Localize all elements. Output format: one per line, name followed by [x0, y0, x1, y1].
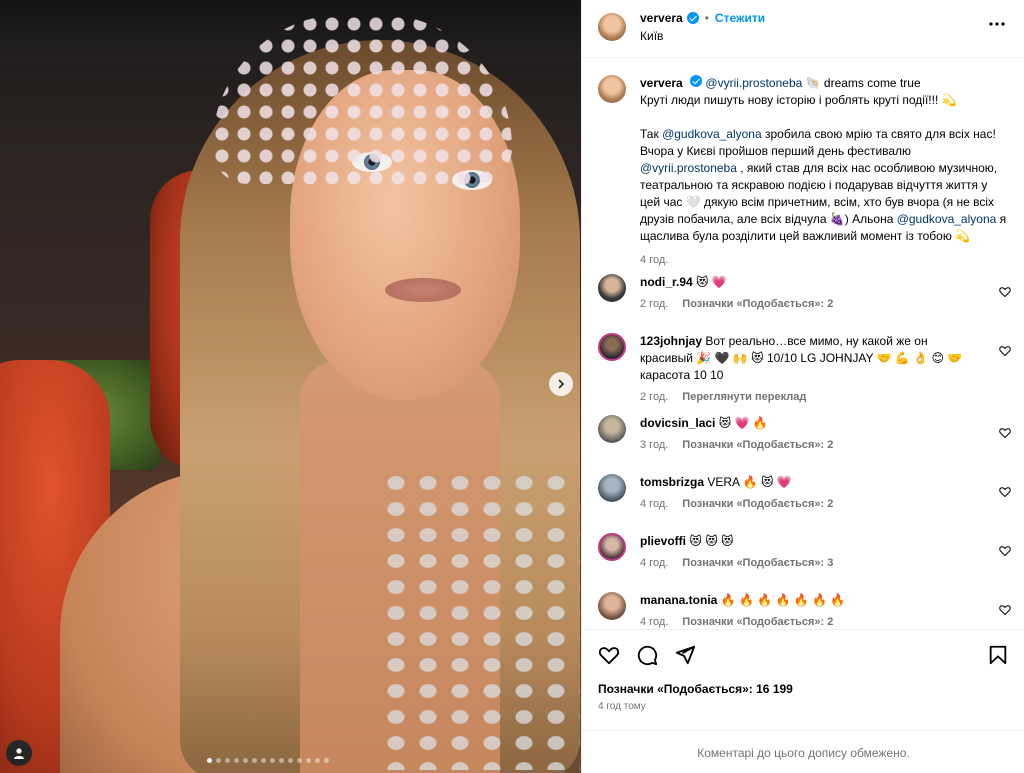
- comment-username[interactable]: manana.tonia: [640, 593, 717, 607]
- comment-item: dovicsin_laci 😻 💗 🔥 3 год. Позначки «Подо…: [598, 415, 1013, 455]
- carousel-dot: [288, 758, 293, 763]
- caption-mention[interactable]: @gudkova_alyona: [897, 212, 997, 226]
- comment-item: plievoffi 😻 😻 😻 4 год. Позначки «Подобаєт…: [598, 533, 1013, 573]
- heart-icon[interactable]: [999, 286, 1011, 298]
- comment-time: 2 год.: [640, 391, 669, 403]
- carousel-dot: [225, 758, 230, 763]
- verified-badge-icon: [690, 75, 703, 87]
- comment-time: 2 год.: [640, 298, 669, 310]
- caption-line2: Круті люди пишуть нову історію і роблять…: [640, 93, 957, 107]
- author-username[interactable]: ververa: [640, 11, 683, 25]
- comments-list: nodi_r.94 😻 💗 2 год. Позначки «Подобаєтьс…: [598, 274, 1013, 629]
- likes-count[interactable]: Позначки «Подобається»: 16 199: [598, 682, 793, 696]
- save-button[interactable]: [987, 644, 1009, 669]
- carousel-dot: [306, 758, 311, 763]
- separator-dot: •: [704, 11, 709, 25]
- bookmark-icon: [989, 645, 1007, 665]
- carousel-dot: [270, 758, 275, 763]
- comment-time: 3 год.: [640, 439, 669, 451]
- comment-time: 4 год.: [640, 498, 669, 510]
- comment-likes[interactable]: Позначки «Подобається»: 2: [682, 616, 833, 628]
- verified-badge-icon: [686, 12, 699, 24]
- comment-username[interactable]: tomsbrizga: [640, 475, 704, 489]
- caption-time: 4 год.: [640, 254, 669, 266]
- caption-username[interactable]: ververa: [640, 76, 683, 90]
- chevron-right-icon: [558, 379, 565, 389]
- comment-username[interactable]: nodi_r.94: [640, 275, 693, 289]
- comment-text: VERA 🔥 😻 💗: [707, 475, 792, 489]
- carousel-dot: [234, 758, 239, 763]
- post-location[interactable]: Київ: [640, 29, 663, 43]
- carousel-dots: [207, 758, 329, 763]
- comment-item: nodi_r.94 😻 💗 2 год. Позначки «Подобаєтьс…: [598, 274, 1013, 314]
- carousel-dot: [243, 758, 248, 763]
- comment-time: 4 год.: [640, 616, 669, 628]
- more-options-icon[interactable]: [987, 14, 1007, 34]
- comment-item: tomsbrizga VERA 🔥 😻 💗 4 год. Позначки «По…: [598, 474, 1013, 514]
- caption-line1: 🐚 dreams come true: [805, 76, 921, 90]
- like-heart-icon[interactable]: [598, 644, 620, 666]
- carousel-dot: [279, 758, 284, 763]
- post-time: 4 год тому: [598, 701, 646, 712]
- author-avatar[interactable]: [598, 13, 626, 41]
- heart-icon[interactable]: [999, 545, 1011, 557]
- comment-avatar[interactable]: [598, 592, 626, 620]
- heart-icon[interactable]: [999, 345, 1011, 357]
- caption-mention[interactable]: @gudkova_alyona: [662, 127, 762, 141]
- comment-avatar[interactable]: [598, 274, 626, 302]
- caption-avatar[interactable]: [598, 75, 626, 103]
- comment-text: 🔥 🔥 🔥 🔥 🔥 🔥 🔥: [720, 593, 846, 607]
- comment-username[interactable]: plievoffi: [640, 534, 686, 548]
- caption-mention[interactable]: @vyrii.prostoneba: [640, 161, 737, 175]
- follow-button[interactable]: Стежити: [715, 11, 765, 25]
- caption-text: Так: [640, 127, 663, 141]
- action-bar: [598, 644, 696, 666]
- chain-necklace: [380, 470, 580, 770]
- comment-text: 😻 💗: [696, 275, 727, 289]
- carousel-dot: [324, 758, 329, 763]
- carousel-dot: [207, 758, 212, 763]
- heart-icon[interactable]: [999, 604, 1011, 616]
- comment-text: 😻 💗 🔥: [718, 416, 768, 430]
- comment-likes[interactable]: Позначки «Подобається»: 2: [682, 298, 833, 310]
- comment-item: 123johnjay Вот реально…все мимо, ну како…: [598, 333, 1013, 403]
- post-footer: Позначки «Подобається»: 16 199 4 год том…: [582, 629, 1024, 773]
- comment-time: 4 год.: [640, 557, 669, 569]
- comment-username[interactable]: dovicsin_laci: [640, 416, 715, 430]
- share-send-icon[interactable]: [674, 644, 696, 666]
- post-photo: [0, 0, 581, 773]
- comment-text: 😻 😻 😻: [689, 534, 734, 548]
- comments-limited-notice: Коментарі до цього допису обмежено.: [582, 730, 1024, 773]
- post-side-panel: ververa • Стежити Київ ververa @vyrii.pr…: [581, 0, 1024, 773]
- carousel-dot: [261, 758, 266, 763]
- comment-avatar[interactable]: [598, 533, 626, 561]
- comment-likes[interactable]: Позначки «Подобається»: 3: [682, 557, 833, 569]
- comment-icon[interactable]: [636, 644, 658, 666]
- user-icon: [14, 748, 24, 759]
- comment-username[interactable]: 123johnjay: [640, 334, 702, 348]
- comment-avatar[interactable]: [598, 415, 626, 443]
- instagram-post-view: ververa • Стежити Київ ververa @vyrii.pr…: [0, 0, 1024, 773]
- carousel-dot: [216, 758, 221, 763]
- post-header: ververa • Стежити Київ: [582, 0, 1024, 58]
- comment-avatar[interactable]: [598, 333, 626, 361]
- see-translation-link[interactable]: Переглянути переклад: [682, 391, 806, 403]
- carousel-dot: [297, 758, 302, 763]
- comment-likes[interactable]: Позначки «Подобається»: 2: [682, 439, 833, 451]
- carousel-dot: [315, 758, 320, 763]
- comments-scroll-area[interactable]: ververa @vyrii.prostoneba 🐚 dreams come …: [582, 59, 1024, 629]
- carousel-dot: [252, 758, 257, 763]
- post-caption: ververa @vyrii.prostoneba 🐚 dreams come …: [598, 75, 1008, 269]
- lips: [385, 278, 461, 302]
- heart-icon[interactable]: [999, 427, 1011, 439]
- carousel-next-button[interactable]: [549, 372, 573, 396]
- comment-item: manana.tonia 🔥 🔥 🔥 🔥 🔥 🔥 🔥 4 год. Позначк…: [598, 592, 1013, 629]
- comment-likes[interactable]: Позначки «Подобається»: 2: [682, 498, 833, 510]
- heart-icon[interactable]: [999, 486, 1011, 498]
- caption-mention[interactable]: @vyrii.prostoneba: [705, 76, 802, 90]
- comment-avatar[interactable]: [598, 474, 626, 502]
- tagged-users-button[interactable]: [6, 740, 32, 766]
